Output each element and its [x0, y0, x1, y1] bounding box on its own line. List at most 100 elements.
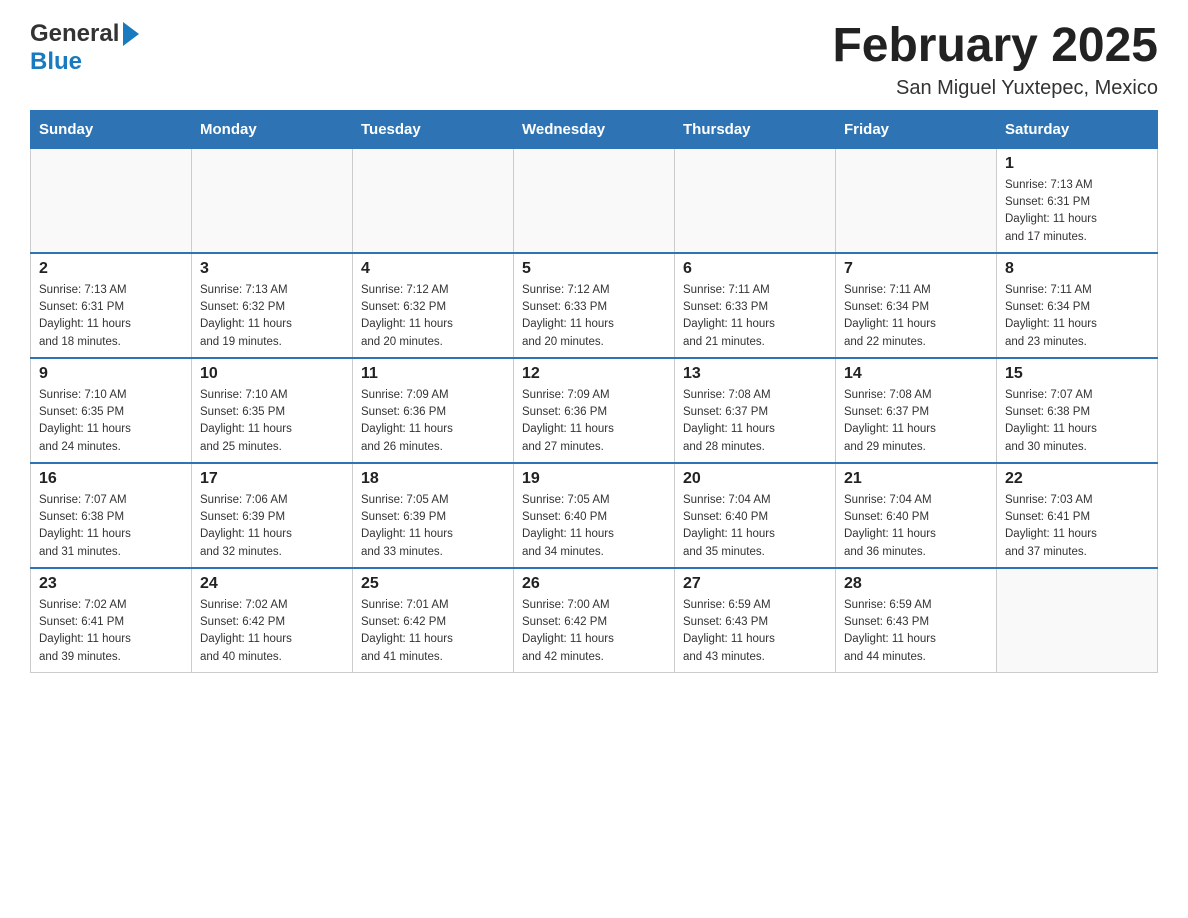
month-title: February 2025 [832, 20, 1158, 73]
day-number: 2 [39, 260, 183, 278]
calendar-week-row: 23 Sunrise: 7:02 AM Sunset: 6:41 PM Dayli… [31, 568, 1158, 673]
calendar-day-cell: 16Sunrise: 7:07 AM Sunset: 6:38 PM Dayli… [31, 463, 192, 568]
day-info: Sunrise: 6:59 AM Sunset: 6:43 PM Dayligh… [683, 597, 827, 666]
day-info: Sunrise: 7:02 AM Sunset: 6:42 PM Dayligh… [200, 597, 344, 666]
day-number: 21 [844, 470, 988, 488]
day-info: Sunrise: 7:13 AM Sunset: 6:31 PM Dayligh… [39, 282, 183, 351]
calendar-header-friday: Friday [836, 110, 997, 148]
calendar-header-tuesday: Tuesday [353, 110, 514, 148]
calendar-day-cell: 1Sunrise: 7:13 AM Sunset: 6:31 PM Daylig… [997, 148, 1158, 253]
calendar-day-cell [192, 148, 353, 253]
day-number: 19 [522, 470, 666, 488]
day-number: 26 [522, 575, 666, 593]
day-number: 22 [1005, 470, 1149, 488]
day-info: Sunrise: 7:10 AM Sunset: 6:35 PM Dayligh… [39, 387, 183, 456]
day-number: 14 [844, 365, 988, 383]
day-info: Sunrise: 7:01 AM Sunset: 6:42 PM Dayligh… [361, 597, 505, 666]
day-info: Sunrise: 7:11 AM Sunset: 6:34 PM Dayligh… [1005, 282, 1149, 351]
day-info: Sunrise: 7:08 AM Sunset: 6:37 PM Dayligh… [683, 387, 827, 456]
calendar-day-cell: 7 Sunrise: 7:11 AM Sunset: 6:34 PM Daylig… [836, 253, 997, 358]
calendar-day-cell [836, 148, 997, 253]
calendar-header-monday: Monday [192, 110, 353, 148]
day-number: 16 [39, 470, 183, 488]
calendar-day-cell: 20 Sunrise: 7:04 AM Sunset: 6:40 PM Dayli… [675, 463, 836, 568]
calendar-header-wednesday: Wednesday [514, 110, 675, 148]
day-info: Sunrise: 7:02 AM Sunset: 6:41 PM Dayligh… [39, 597, 183, 666]
calendar-day-cell: 8Sunrise: 7:11 AM Sunset: 6:34 PM Daylig… [997, 253, 1158, 358]
calendar-day-cell: 26 Sunrise: 7:00 AM Sunset: 6:42 PM Dayli… [514, 568, 675, 673]
day-number: 11 [361, 365, 505, 383]
day-number: 25 [361, 575, 505, 593]
day-info: Sunrise: 7:06 AM Sunset: 6:39 PM Dayligh… [200, 492, 344, 561]
day-info: Sunrise: 7:13 AM Sunset: 6:32 PM Dayligh… [200, 282, 344, 351]
day-info: Sunrise: 7:05 AM Sunset: 6:40 PM Dayligh… [522, 492, 666, 561]
calendar-header-saturday: Saturday [997, 110, 1158, 148]
day-info: Sunrise: 7:11 AM Sunset: 6:34 PM Dayligh… [844, 282, 988, 351]
day-number: 23 [39, 575, 183, 593]
calendar-day-cell: 21 Sunrise: 7:04 AM Sunset: 6:40 PM Dayli… [836, 463, 997, 568]
day-info: Sunrise: 7:08 AM Sunset: 6:37 PM Dayligh… [844, 387, 988, 456]
day-number: 5 [522, 260, 666, 278]
calendar-day-cell: 22 Sunrise: 7:03 AM Sunset: 6:41 PM Dayli… [997, 463, 1158, 568]
calendar-day-cell [997, 568, 1158, 673]
day-number: 6 [683, 260, 827, 278]
day-info: Sunrise: 7:04 AM Sunset: 6:40 PM Dayligh… [844, 492, 988, 561]
location-title: San Miguel Yuxtepec, Mexico [832, 77, 1158, 100]
logo-general-text: General [30, 20, 119, 48]
title-area: February 2025 San Miguel Yuxtepec, Mexic… [832, 20, 1158, 100]
day-info: Sunrise: 7:09 AM Sunset: 6:36 PM Dayligh… [361, 387, 505, 456]
calendar-day-cell: 10 Sunrise: 7:10 AM Sunset: 6:35 PM Dayli… [192, 358, 353, 463]
day-info: Sunrise: 7:12 AM Sunset: 6:33 PM Dayligh… [522, 282, 666, 351]
day-number: 9 [39, 365, 183, 383]
calendar-day-cell: 14 Sunrise: 7:08 AM Sunset: 6:37 PM Dayli… [836, 358, 997, 463]
calendar-day-cell: 17 Sunrise: 7:06 AM Sunset: 6:39 PM Dayli… [192, 463, 353, 568]
calendar-day-cell [514, 148, 675, 253]
calendar-day-cell: 15 Sunrise: 7:07 AM Sunset: 6:38 PM Dayli… [997, 358, 1158, 463]
calendar-day-cell [31, 148, 192, 253]
day-info: Sunrise: 7:03 AM Sunset: 6:41 PM Dayligh… [1005, 492, 1149, 561]
calendar-day-cell: 6 Sunrise: 7:11 AM Sunset: 6:33 PM Daylig… [675, 253, 836, 358]
calendar-day-cell [353, 148, 514, 253]
day-number: 13 [683, 365, 827, 383]
day-number: 10 [200, 365, 344, 383]
calendar-week-row: 1Sunrise: 7:13 AM Sunset: 6:31 PM Daylig… [31, 148, 1158, 253]
day-number: 7 [844, 260, 988, 278]
day-info: Sunrise: 7:07 AM Sunset: 6:38 PM Dayligh… [1005, 387, 1149, 456]
day-info: Sunrise: 6:59 AM Sunset: 6:43 PM Dayligh… [844, 597, 988, 666]
calendar-week-row: 2 Sunrise: 7:13 AM Sunset: 6:31 PM Daylig… [31, 253, 1158, 358]
day-info: Sunrise: 7:00 AM Sunset: 6:42 PM Dayligh… [522, 597, 666, 666]
calendar-day-cell: 27 Sunrise: 6:59 AM Sunset: 6:43 PM Dayli… [675, 568, 836, 673]
calendar-day-cell: 5 Sunrise: 7:12 AM Sunset: 6:33 PM Daylig… [514, 253, 675, 358]
day-info: Sunrise: 7:11 AM Sunset: 6:33 PM Dayligh… [683, 282, 827, 351]
calendar-day-cell: 4Sunrise: 7:12 AM Sunset: 6:32 PM Daylig… [353, 253, 514, 358]
calendar-day-cell: 25 Sunrise: 7:01 AM Sunset: 6:42 PM Dayli… [353, 568, 514, 673]
day-info: Sunrise: 7:12 AM Sunset: 6:32 PM Dayligh… [361, 282, 505, 351]
calendar-day-cell: 28Sunrise: 6:59 AM Sunset: 6:43 PM Dayli… [836, 568, 997, 673]
logo-arrow-icon [123, 22, 139, 46]
day-number: 12 [522, 365, 666, 383]
calendar-day-cell: 2 Sunrise: 7:13 AM Sunset: 6:31 PM Daylig… [31, 253, 192, 358]
day-number: 15 [1005, 365, 1149, 383]
day-number: 27 [683, 575, 827, 593]
calendar-day-cell: 3 Sunrise: 7:13 AM Sunset: 6:32 PM Daylig… [192, 253, 353, 358]
calendar-day-cell: 19 Sunrise: 7:05 AM Sunset: 6:40 PM Dayli… [514, 463, 675, 568]
calendar-week-row: 9 Sunrise: 7:10 AM Sunset: 6:35 PM Daylig… [31, 358, 1158, 463]
day-number: 3 [200, 260, 344, 278]
day-number: 20 [683, 470, 827, 488]
calendar-day-cell: 9 Sunrise: 7:10 AM Sunset: 6:35 PM Daylig… [31, 358, 192, 463]
calendar-day-cell: 13 Sunrise: 7:08 AM Sunset: 6:37 PM Dayli… [675, 358, 836, 463]
day-info: Sunrise: 7:09 AM Sunset: 6:36 PM Dayligh… [522, 387, 666, 456]
day-info: Sunrise: 7:10 AM Sunset: 6:35 PM Dayligh… [200, 387, 344, 456]
calendar-day-cell: 24Sunrise: 7:02 AM Sunset: 6:42 PM Dayli… [192, 568, 353, 673]
calendar-week-row: 16Sunrise: 7:07 AM Sunset: 6:38 PM Dayli… [31, 463, 1158, 568]
logo: General Blue [30, 20, 139, 76]
day-number: 17 [200, 470, 344, 488]
calendar-table: SundayMondayTuesdayWednesdayThursdayFrid… [30, 110, 1158, 673]
calendar-day-cell: 11 Sunrise: 7:09 AM Sunset: 6:36 PM Dayli… [353, 358, 514, 463]
page-header: General Blue February 2025 San Miguel Yu… [30, 20, 1158, 100]
calendar-day-cell: 12 Sunrise: 7:09 AM Sunset: 6:36 PM Dayli… [514, 358, 675, 463]
day-number: 18 [361, 470, 505, 488]
calendar-day-cell: 23 Sunrise: 7:02 AM Sunset: 6:41 PM Dayli… [31, 568, 192, 673]
day-info: Sunrise: 7:04 AM Sunset: 6:40 PM Dayligh… [683, 492, 827, 561]
calendar-day-cell: 18Sunrise: 7:05 AM Sunset: 6:39 PM Dayli… [353, 463, 514, 568]
